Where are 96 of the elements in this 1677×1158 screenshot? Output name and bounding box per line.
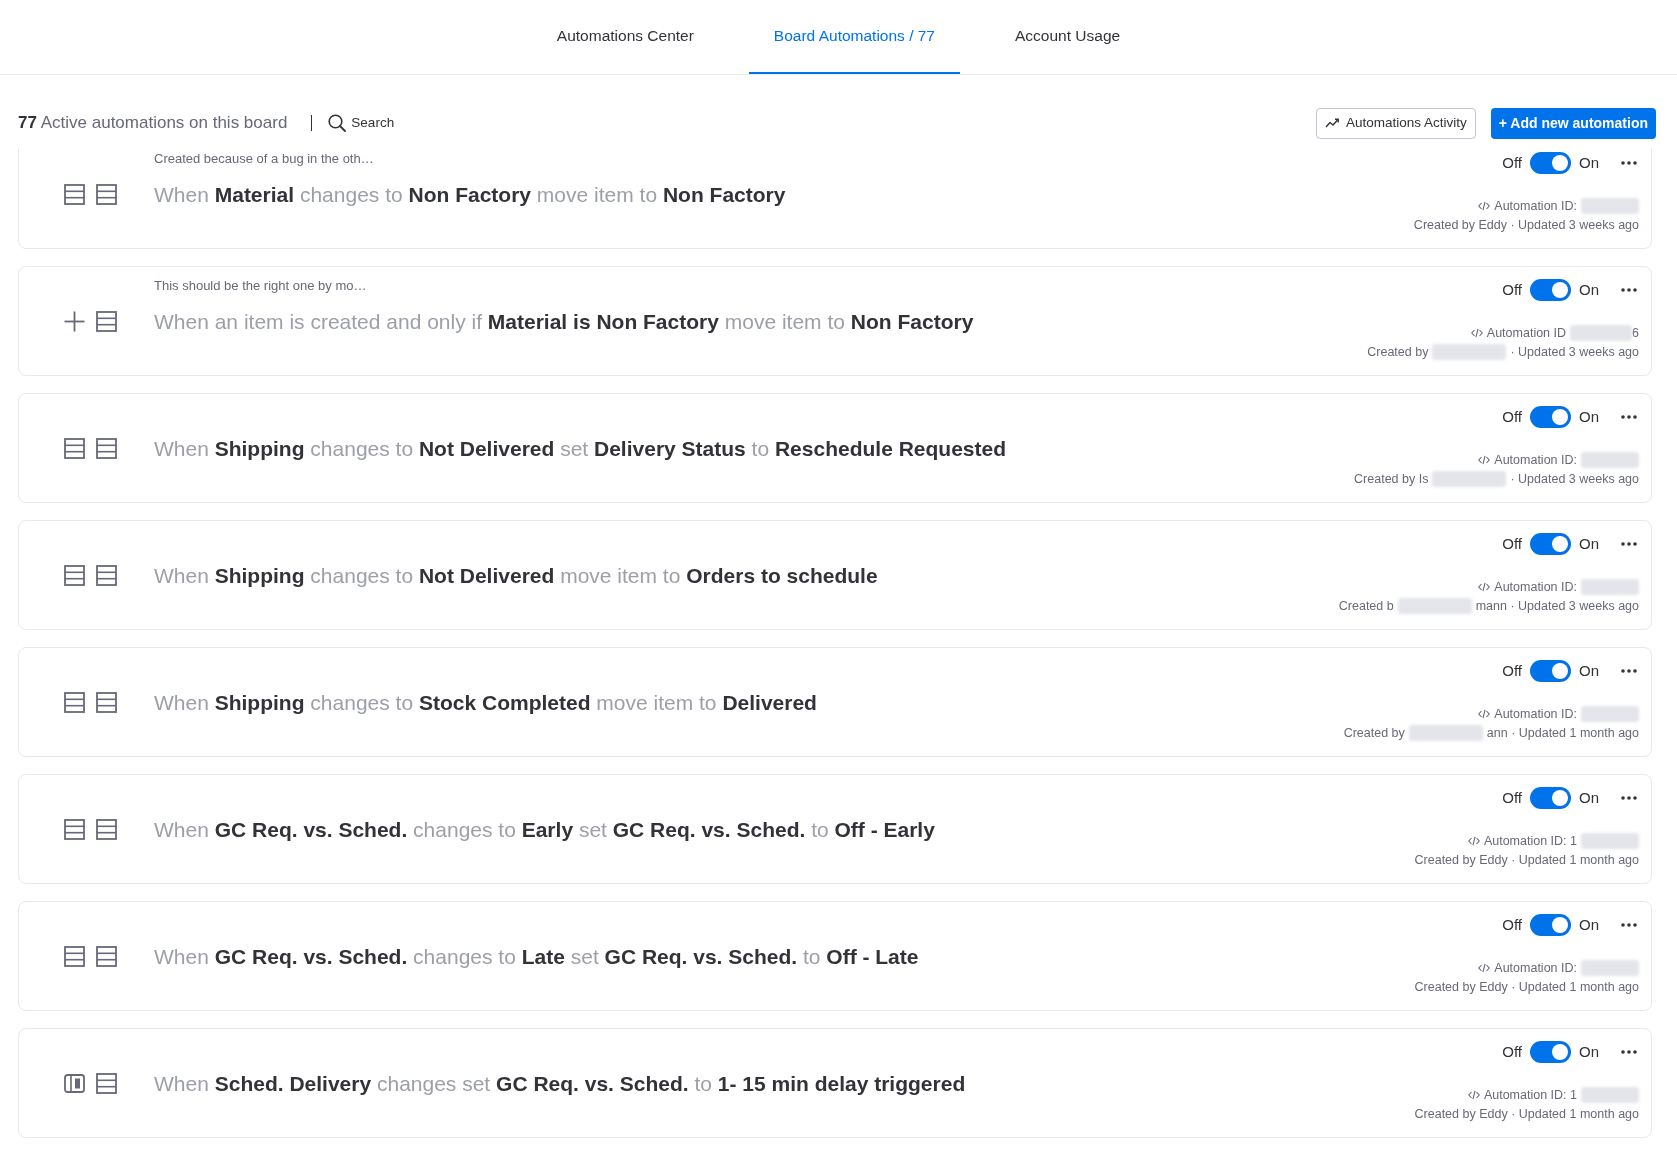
off-label: Off	[1502, 406, 1522, 427]
created-by-text: Created by Eddy · Updated 1 month ago	[1414, 978, 1639, 996]
code-icon	[1470, 328, 1483, 338]
code-icon	[1478, 201, 1491, 211]
automation-note: Created because of a bug in the oth…	[154, 150, 375, 168]
automation-note: This should be the right one by mo…	[154, 277, 368, 295]
on-label: On	[1579, 914, 1599, 935]
toggle-switch[interactable]	[1530, 406, 1571, 428]
off-label: Off	[1502, 787, 1522, 808]
code-icon	[1478, 709, 1491, 719]
toggle-switch[interactable]	[1530, 279, 1571, 301]
created-by-text: Created b	[1338, 597, 1394, 615]
automation-rule-text: When Material changes to Non Factory move item to Non Factory	[154, 182, 787, 208]
automation-id-label: Automation ID:	[1494, 197, 1577, 215]
off-label: Off	[1502, 152, 1522, 173]
toggle-switch[interactable]	[1530, 660, 1571, 682]
more-icon	[1621, 415, 1637, 419]
table-rows-icon	[96, 564, 117, 586]
automation-count-text: 77 Active automations on this board	[18, 112, 288, 135]
tab[interactable]: Account Usage	[990, 0, 1146, 74]
more-icon	[1621, 923, 1637, 927]
automation-rule-text: When GC Req. vs. Sched. changes to Late set GC Req. vs. Sched. to Off - Late	[154, 944, 920, 970]
created-by-text: Created by Is	[1354, 470, 1429, 488]
more-icon	[1621, 542, 1637, 546]
automation-rule-text: When an item is created and only if Material is Non Factory move item to Non Factory	[154, 309, 975, 335]
on-label: On	[1579, 787, 1599, 808]
updated-text: · Updated 3 weeks ago	[1510, 343, 1639, 361]
automation-rule-text: When Shipping changes to Not Delivered move item to Orders to schedule	[154, 563, 879, 589]
on-label: On	[1579, 152, 1599, 173]
created-by-text: Created by Eddy · Updated 1 month ago	[1414, 1105, 1639, 1123]
code-icon	[1467, 836, 1480, 846]
table-rows-icon	[64, 691, 85, 713]
more-icon	[1621, 796, 1637, 800]
updated-text: · Updated 3 weeks ago	[1510, 470, 1639, 488]
table-rows-icon	[96, 818, 117, 840]
on-label: On	[1579, 406, 1599, 427]
automation-id-label: Automation ID	[1486, 324, 1567, 342]
table-rows-icon	[96, 183, 117, 205]
created-by-text: Created by	[1343, 724, 1405, 742]
table-rows-icon	[96, 310, 117, 332]
table-rows-icon	[64, 945, 85, 967]
off-label: Off	[1502, 1041, 1522, 1062]
table-rows-icon	[64, 183, 85, 205]
created-by-text: Created by Eddy · Updated 3 weeks ago	[1413, 216, 1639, 234]
code-icon	[1478, 582, 1491, 592]
more-icon	[1621, 161, 1637, 165]
automation-id-label: Automation ID: 1	[1483, 1086, 1577, 1104]
off-label: Off	[1502, 279, 1522, 300]
more-icon	[1621, 288, 1637, 292]
table-rows-icon	[96, 691, 117, 713]
automation-id-label: Automation ID:	[1494, 705, 1577, 723]
created-by-text: Created by Eddy · Updated 1 month ago	[1414, 851, 1639, 869]
on-label: On	[1579, 533, 1599, 554]
automations-activity-button[interactable]: Automations Activity	[1315, 107, 1476, 139]
automation-id-label: Automation ID:	[1494, 451, 1577, 469]
code-icon	[1478, 963, 1491, 973]
table-rows-icon	[96, 437, 117, 459]
automation-rule-text: When Shipping changes to Stock Completed move item to Delivered	[154, 690, 818, 716]
on-label: On	[1579, 1041, 1599, 1062]
automation-rule-text: When Shipping changes to Not Delivered set Delivery Status to Reschedule Requested	[154, 436, 1008, 462]
updated-text: ann · Updated 1 month ago	[1486, 724, 1639, 742]
on-label: On	[1579, 279, 1599, 300]
off-label: Off	[1502, 660, 1522, 681]
tab[interactable]: Board Automations / 77	[748, 0, 960, 74]
automation-id-label: Automation ID: 1	[1483, 832, 1577, 850]
search-icon	[328, 114, 347, 132]
toggle-switch[interactable]	[1530, 1041, 1571, 1063]
add-automation-button[interactable]: + Add new automation	[1490, 107, 1656, 139]
table-rows-icon	[96, 1072, 117, 1094]
toggle-switch[interactable]	[1530, 787, 1571, 809]
automation-id-label: Automation ID:	[1494, 959, 1577, 977]
created-by-text: Created by	[1367, 343, 1429, 361]
tab[interactable]: Automations Center	[531, 0, 719, 74]
off-label: Off	[1502, 914, 1522, 935]
automation-id-label: Automation ID:	[1494, 578, 1577, 596]
side-panel-icon	[64, 1073, 85, 1093]
automation-rule-text: When Sched. Delivery changes set GC Req. vs. Sched. to 1- 15 min delay triggered	[154, 1071, 967, 1097]
toggle-switch[interactable]	[1530, 152, 1571, 174]
trend-icon	[1324, 118, 1339, 128]
toggle-switch[interactable]	[1530, 533, 1571, 555]
table-rows-icon	[64, 818, 85, 840]
table-rows-icon	[64, 564, 85, 586]
automation-id-text: 6	[1632, 324, 1639, 342]
code-icon	[1478, 455, 1491, 465]
automation-rule-text: When GC Req. vs. Sched. changes to Early set GC Req. vs. Sched. to Off - Early	[154, 817, 936, 843]
search-button[interactable]: Search	[328, 112, 395, 134]
more-icon	[1621, 1050, 1637, 1054]
on-label: On	[1579, 660, 1599, 681]
toggle-switch[interactable]	[1530, 914, 1571, 936]
off-label: Off	[1502, 533, 1522, 554]
plus-icon	[64, 310, 85, 332]
more-icon	[1621, 669, 1637, 673]
table-rows-icon	[96, 945, 117, 967]
table-rows-icon	[64, 437, 85, 459]
code-icon	[1467, 1090, 1480, 1100]
updated-text: mann · Updated 3 weeks ago	[1475, 597, 1639, 615]
